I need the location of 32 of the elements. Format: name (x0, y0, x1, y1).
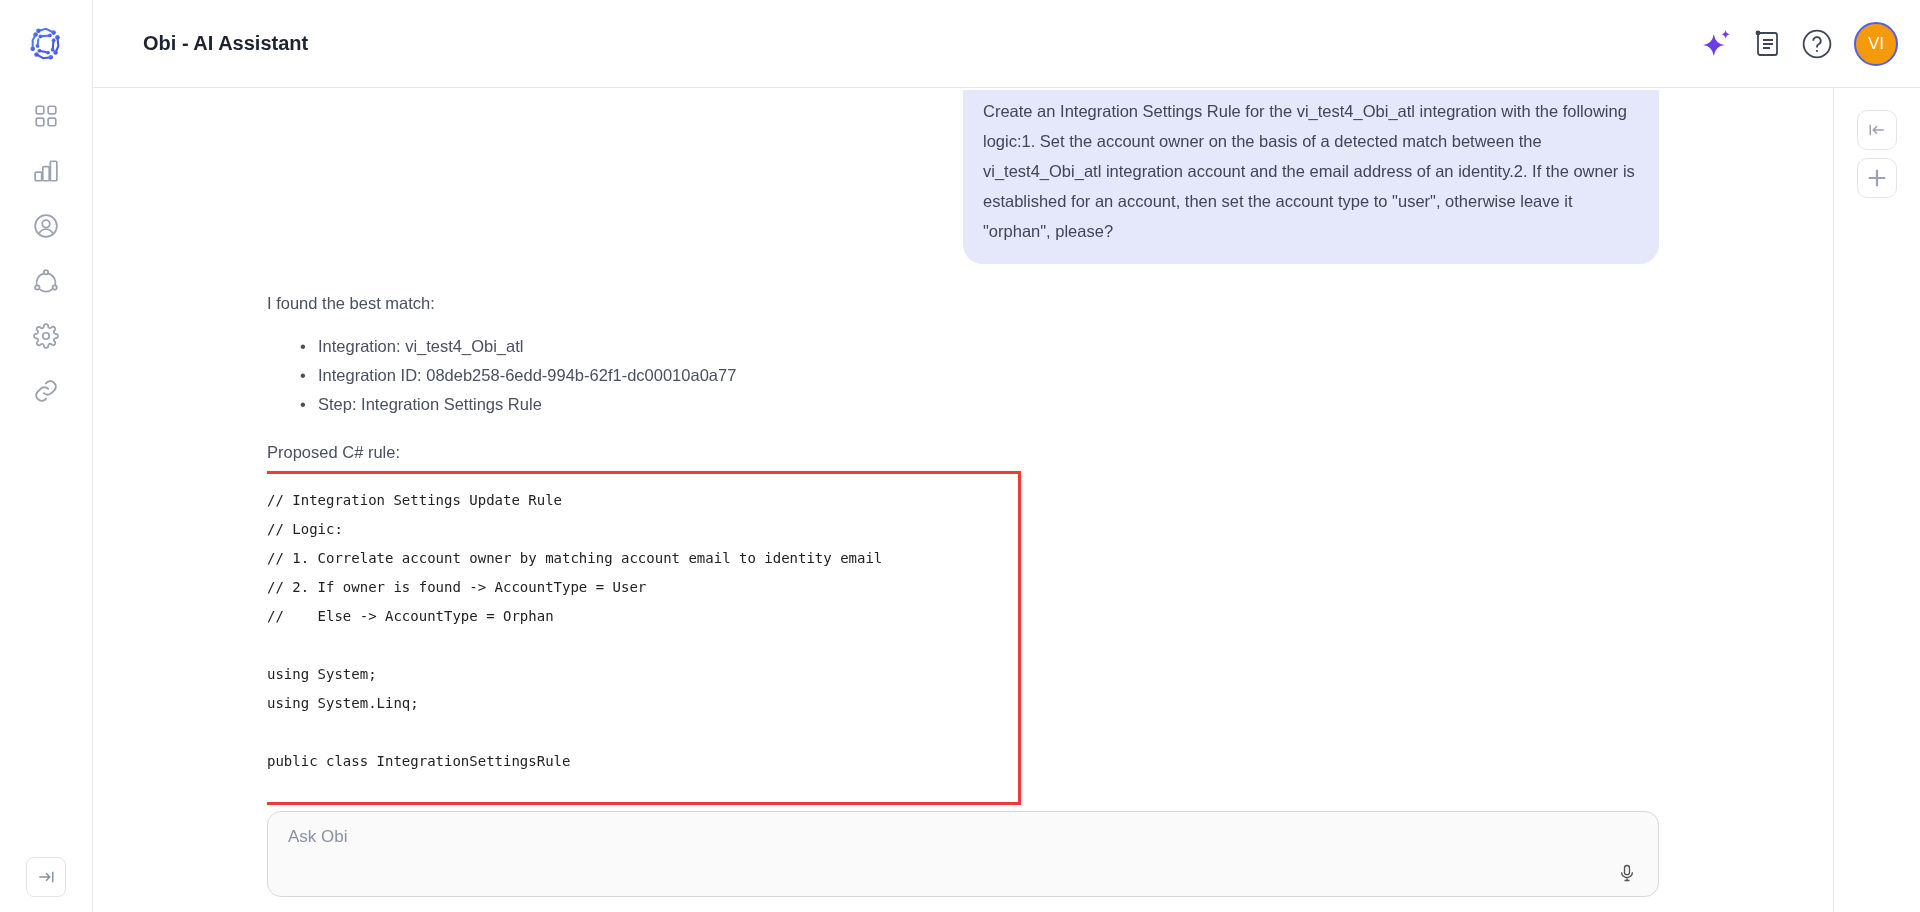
list-item: Integration ID: 08deb258-6edd-994b-62f1-dc00010a0a77 (318, 366, 737, 384)
bullet-marker: • (300, 336, 307, 357)
bullet-marker: • (300, 365, 307, 386)
plus-icon (1866, 167, 1888, 189)
user-avatar[interactable]: VI (1854, 21, 1898, 66)
help-icon[interactable] (1802, 28, 1832, 59)
expand-sidebar-button[interactable] (26, 857, 66, 897)
list-item: Integration: vi_test4_Obi_atl (318, 337, 524, 355)
settings-icon[interactable] (33, 323, 59, 349)
grid-icon[interactable] (33, 103, 59, 129)
reply-text: I found the best match: (267, 293, 436, 314)
code-line: using System; (267, 665, 378, 684)
code-line: // Logic: (267, 520, 344, 539)
bullet-marker: • (300, 394, 307, 415)
code-line: using System.Linq; (267, 694, 420, 713)
code-line: // Integration Settings Update Rule (267, 491, 563, 510)
code-line: // 2. If owner is found -> AccountType = User (267, 578, 648, 597)
list-item: Step: Integration Settings Rule (318, 395, 542, 413)
network-icon[interactable] (33, 268, 59, 294)
notes-icon[interactable] (1754, 29, 1780, 58)
chat-input-field[interactable]: Ask Obi (267, 811, 1659, 897)
code-line: // Else -> AccountType = Orphan (267, 607, 555, 626)
new-chat-button[interactable] (1857, 158, 1897, 198)
collapse-panel-button[interactable] (1857, 110, 1897, 150)
code-line: // 1. Correlate account owner by matching account email to identity email (267, 549, 884, 568)
code-line: public class IntegrationSettingsRule (267, 752, 572, 771)
link-icon[interactable] (33, 378, 59, 404)
reply-text: Proposed C# rule: (267, 442, 401, 463)
page-title: Obi - AI Assistant (143, 32, 309, 55)
user-message: Create an Integration Settings Rule for the vi_test4_Obi_atl integration with the following logic:1. Set the account owner on the basis of a detected match between the vi_test4_Obi_atl integration account and the email address of an identity.2. If the owner is established for an account, then set the account type to "user", otherwise leave it "orphan", please? (963, 90, 1659, 264)
user-circle-icon[interactable] (33, 213, 59, 239)
bar-chart-icon[interactable] (33, 158, 59, 184)
